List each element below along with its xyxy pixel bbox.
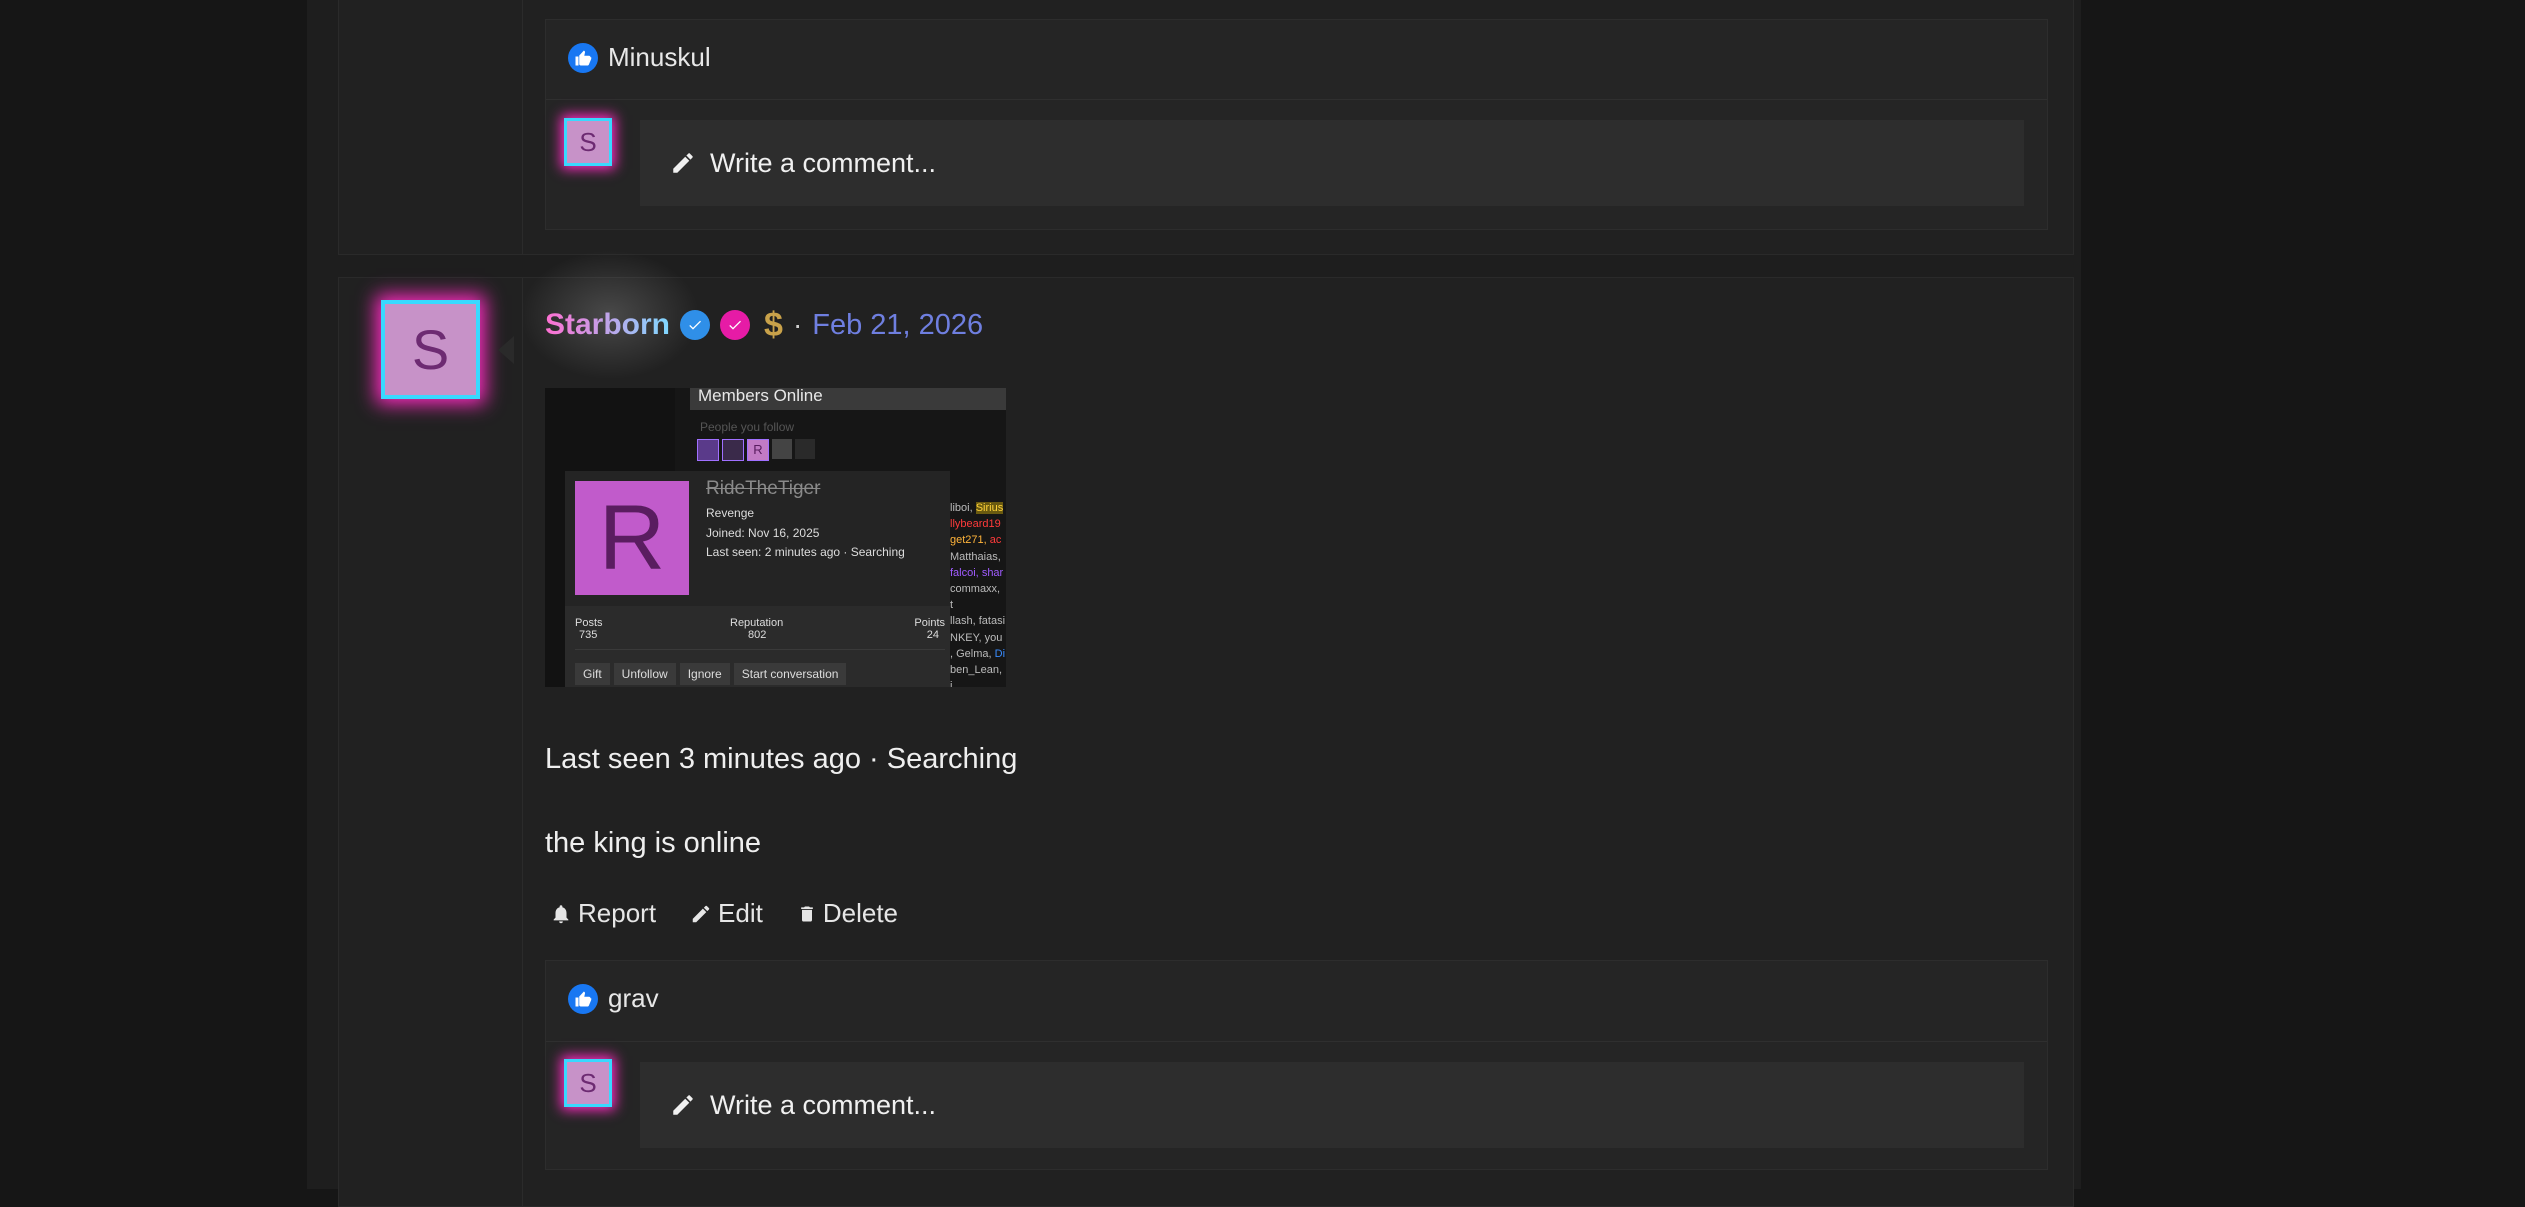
comment-placeholder: Write a comment... — [710, 1089, 937, 1120]
post-date[interactable]: Feb 21, 2026 — [812, 309, 983, 342]
member-card-title: Revenge — [706, 506, 755, 520]
verified-check-icon — [680, 310, 711, 340]
delete-button[interactable]: Delete — [797, 898, 898, 929]
member-card-avatar: R — [575, 481, 689, 595]
post-actions: Report Edit Delete — [550, 898, 898, 929]
comment-placeholder: Write a comment... — [710, 147, 937, 178]
report-button[interactable]: Report — [550, 898, 656, 929]
bell-icon — [553, 904, 569, 923]
following-label: People you follow — [700, 420, 795, 434]
post-line-2: the king is online — [545, 827, 762, 859]
write-comment-input[interactable]: Write a comment... — [640, 120, 2024, 206]
dollar-icon: $ — [764, 305, 783, 344]
like-row: grav — [568, 983, 659, 1014]
post-reactions-panel: grav S Write a comment... — [545, 960, 2048, 1170]
trash-icon — [801, 906, 813, 921]
edit-button[interactable]: Edit — [690, 898, 763, 929]
previous-post-reactions-panel: Minuskul S Write a comment... — [545, 19, 2048, 230]
side-member-names: liboi, Sirius llybeard19 get271, ac Matt… — [950, 502, 1006, 687]
write-comment-input[interactable]: Write a comment... — [640, 1062, 2024, 1148]
commenter-avatar[interactable]: S — [564, 118, 612, 166]
commenter-avatar[interactable]: S — [564, 1059, 612, 1107]
thumbs-up-icon — [568, 42, 598, 73]
thumbs-up-icon — [568, 983, 598, 1014]
member-card-last-seen: Last seen: 2 minutes ago · Searching — [706, 545, 905, 559]
following-avatars: R — [697, 439, 815, 461]
members-online-title: Members Online — [690, 388, 1006, 410]
post-arrow — [498, 336, 514, 364]
like-username[interactable]: grav — [608, 983, 659, 1014]
member-card-buttons: Gift Unfollow Ignore Start conversation — [575, 663, 847, 685]
mini-avatar: R — [747, 439, 769, 461]
header-separator: · — [792, 309, 803, 340]
author-avatar[interactable]: S — [381, 300, 480, 399]
pencil-icon — [692, 905, 710, 922]
post-header: Starborn $ · Feb 21, 2026 — [545, 302, 983, 348]
pencil-icon — [673, 153, 693, 173]
member-card: R RideTheTiger Revenge Joined: Nov 16, 2… — [565, 471, 950, 687]
post-line-1: Last seen 3 minutes ago · Searching — [545, 743, 1018, 775]
member-card-joined: Joined: Nov 16, 2025 — [706, 526, 820, 540]
pencil-icon — [673, 1095, 693, 1115]
author-username[interactable]: Starborn — [545, 308, 670, 342]
attached-screenshot[interactable]: Members Online People you follow R liboi… — [545, 388, 1006, 687]
member-card-name: RideTheTiger — [706, 478, 821, 499]
like-username[interactable]: Minuskul — [608, 42, 711, 73]
pink-check-icon — [720, 310, 751, 340]
like-row: Minuskul — [568, 42, 711, 73]
